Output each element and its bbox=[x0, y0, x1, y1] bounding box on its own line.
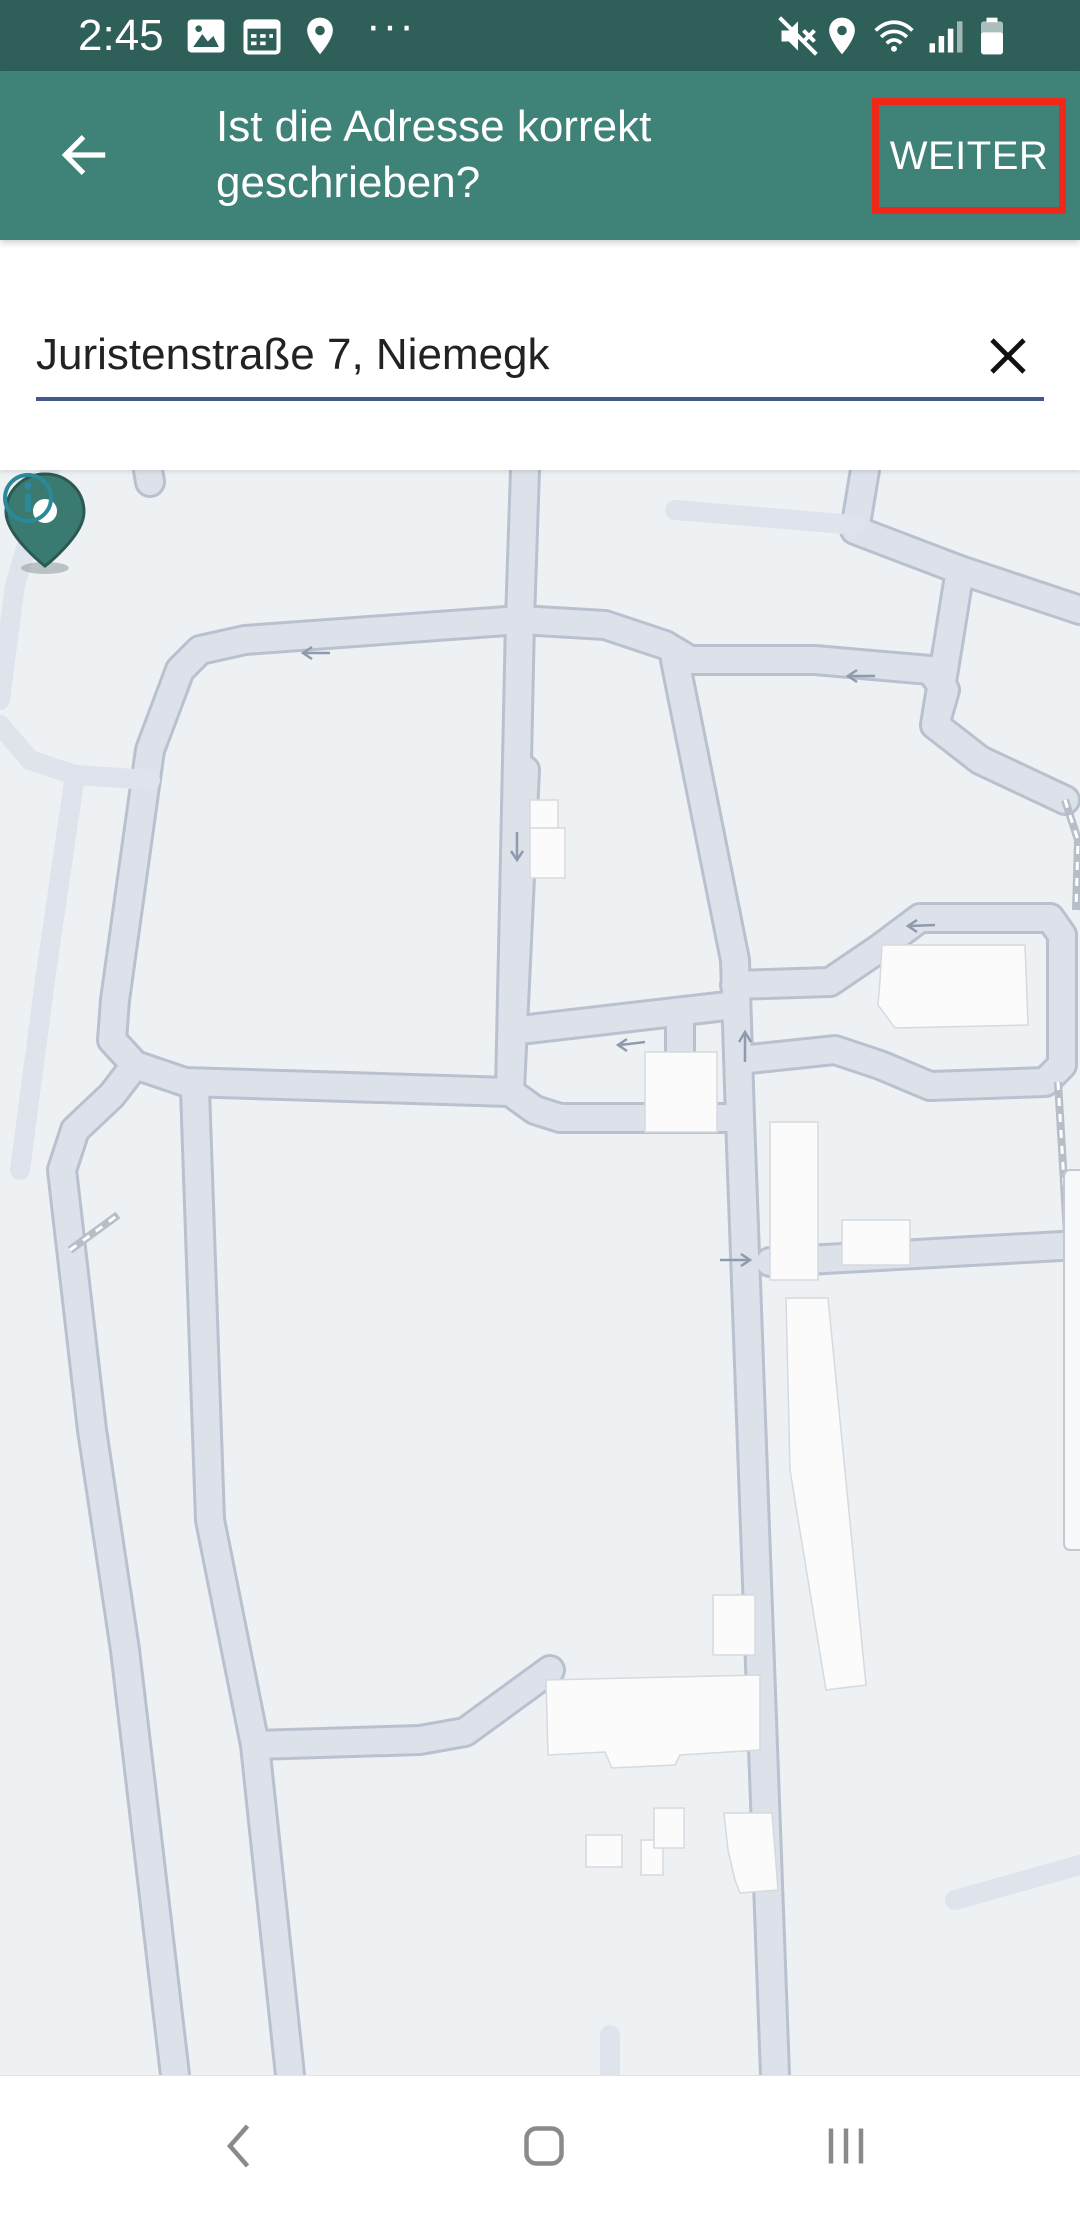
back-button[interactable] bbox=[44, 115, 124, 195]
location-icon bbox=[307, 17, 333, 55]
mute-icon bbox=[778, 16, 818, 56]
navigation-bar bbox=[0, 2075, 1080, 2220]
nav-home-button[interactable] bbox=[484, 2096, 604, 2196]
close-icon bbox=[990, 338, 1026, 374]
more-notifications: ··· bbox=[366, 1, 416, 50]
map-view[interactable] bbox=[0, 470, 1080, 2075]
status-time: 2:45 bbox=[78, 11, 164, 60]
gallery-icon bbox=[187, 19, 225, 53]
map-roads bbox=[0, 470, 1080, 2075]
home-square-icon bbox=[524, 2126, 564, 2166]
location-icon bbox=[829, 17, 855, 55]
recents-icon bbox=[828, 2128, 864, 2164]
calendar-icon bbox=[243, 19, 281, 55]
app-bar: Ist die Adresse korrekt geschrieben? WEI… bbox=[0, 71, 1080, 240]
wifi-icon bbox=[874, 20, 914, 52]
address-input[interactable] bbox=[36, 320, 966, 390]
nav-recents-button[interactable] bbox=[786, 2096, 906, 2196]
arrow-left-icon bbox=[61, 135, 106, 175]
nav-back-button[interactable] bbox=[180, 2096, 300, 2196]
next-button[interactable]: WEITER bbox=[872, 98, 1066, 214]
screen: 2:45 ··· Ist die Adresse korrekt geschri… bbox=[0, 0, 1080, 2220]
input-underline bbox=[36, 397, 1044, 401]
clear-button[interactable] bbox=[976, 324, 1040, 388]
page-title: Ist die Adresse korrekt geschrieben? bbox=[216, 102, 652, 207]
status-bar: 2:45 ··· bbox=[0, 0, 1080, 71]
info-icon[interactable] bbox=[0, 470, 56, 526]
chevron-left-icon bbox=[227, 2124, 250, 2168]
address-search-area bbox=[0, 240, 1080, 470]
battery-icon bbox=[981, 17, 1003, 55]
signal-icon bbox=[929, 21, 963, 53]
